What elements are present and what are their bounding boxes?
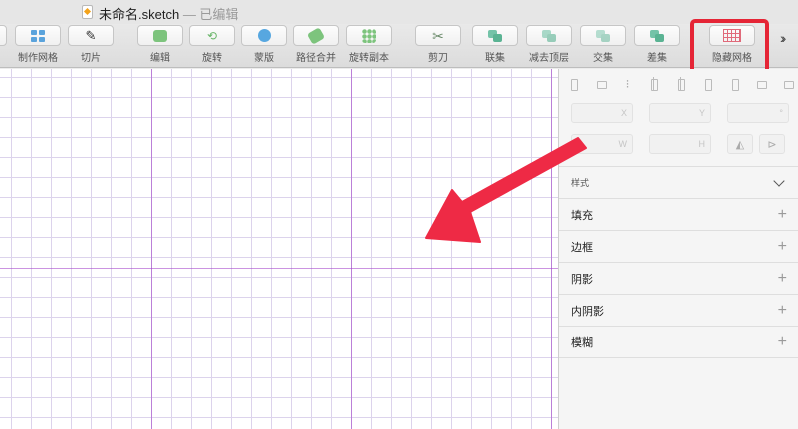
path-combine-tool[interactable]: 路径合并	[286, 25, 346, 64]
rotate-button[interactable]: ⟲	[189, 25, 235, 46]
edit-icon	[153, 29, 167, 42]
edit-button[interactable]	[137, 25, 183, 46]
intersect-button[interactable]	[580, 25, 626, 46]
edit-label: 编辑	[150, 53, 170, 64]
document-name: 未命名.sketch	[99, 7, 180, 22]
mask-button[interactable]	[241, 25, 287, 46]
path-combine-button[interactable]	[293, 25, 339, 46]
align-top-icon[interactable]	[728, 77, 742, 91]
subtract-label: 减去顶层	[529, 53, 569, 64]
style-header-label: 样式	[571, 178, 590, 188]
mask-label: 蒙版	[254, 53, 274, 64]
scissors-label: 剪刀	[428, 53, 448, 64]
more-options-icon[interactable]: ⁝	[621, 77, 635, 91]
slice-tool[interactable]: ✎ 切片	[61, 25, 121, 64]
slice-button[interactable]: ✎	[68, 25, 114, 46]
add-shadow-icon[interactable]: +	[778, 270, 787, 288]
blur-section[interactable]: 模糊 +	[559, 326, 798, 358]
add-blur-icon[interactable]: +	[778, 333, 787, 351]
toolbar: 制作网格 ✎ 切片 编辑 ⟲ 旋转 蒙版 路径合并 旋转副本 ✂ 剪刀 联集 减…	[0, 24, 798, 68]
design-canvas[interactable]	[0, 69, 558, 429]
subtract-icon	[542, 29, 556, 42]
edit-tool[interactable]: 编辑	[130, 25, 190, 64]
add-border-icon[interactable]: +	[778, 238, 787, 256]
add-inner-shadow-icon[interactable]: +	[778, 302, 787, 320]
rotate-copy-button[interactable]	[346, 25, 392, 46]
rotate-label: 旋转	[202, 53, 222, 64]
window-title: 未命名.sketch — 已编辑	[99, 4, 238, 23]
path-combine-label: 路径合并	[296, 53, 336, 64]
union-button[interactable]	[472, 25, 518, 46]
mask-icon	[257, 29, 271, 42]
subtract-tool[interactable]: 减去顶层	[519, 25, 579, 64]
align-center-icon[interactable]	[674, 77, 688, 91]
rotate-copy-icon	[362, 28, 376, 43]
scissors-icon: ✂	[432, 27, 444, 44]
align-middle-icon[interactable]	[754, 77, 768, 91]
toolbar-cut-off-button[interactable]	[0, 25, 7, 46]
distribute-vertical-icon[interactable]	[594, 77, 608, 91]
difference-icon	[650, 29, 664, 42]
intersect-tool[interactable]: 交集	[573, 25, 633, 64]
borders-section[interactable]: 边框 +	[559, 230, 798, 262]
slice-knife-icon: ✎	[85, 28, 97, 43]
union-icon	[488, 29, 502, 42]
slice-label: 切片	[81, 53, 101, 64]
inner-shadows-section[interactable]: 内阴影 +	[559, 294, 798, 326]
rotate-copy-tool[interactable]: 旋转副本	[339, 25, 399, 64]
flip-vertical-button[interactable]: ⊳	[759, 134, 785, 154]
title-bar: 未命名.sketch — 已编辑	[0, 0, 798, 24]
align-toolbar: ⁝	[567, 75, 795, 93]
rotation-field[interactable]: °	[727, 103, 789, 123]
x-field[interactable]: X	[571, 103, 633, 123]
position-fields: X Y °	[571, 103, 789, 123]
make-grid-button[interactable]	[15, 25, 61, 46]
add-fill-icon[interactable]: +	[778, 206, 787, 224]
union-label: 联集	[485, 53, 505, 64]
shadows-section[interactable]: 阴影 +	[559, 262, 798, 294]
size-fields: W H ◭ ⊳	[571, 134, 785, 154]
make-grid-tool[interactable]: 制作网格	[8, 25, 68, 64]
height-field[interactable]: H	[649, 134, 711, 154]
scissors-button[interactable]: ✂	[415, 25, 461, 46]
flip-horizontal-button[interactable]: ◭	[727, 134, 753, 154]
sketch-document-icon	[82, 5, 93, 19]
flip-vertical-icon: ⊳	[767, 138, 777, 151]
difference-button[interactable]	[634, 25, 680, 46]
rotate-tool[interactable]: ⟲ 旋转	[182, 25, 242, 64]
distribute-horizontal-icon[interactable]	[567, 77, 581, 91]
inner-shadows-label: 内阴影	[571, 305, 604, 318]
shadows-label: 阴影	[571, 273, 593, 286]
align-right-icon[interactable]	[701, 77, 715, 91]
difference-label: 差集	[647, 53, 667, 64]
subtract-button[interactable]	[526, 25, 572, 46]
fills-section[interactable]: 填充 +	[559, 198, 798, 230]
inspector-panel: ⁝ X Y ° W H ◭ ⊳ 样式 填充 + 边框 + 阴影 + 内阴影 +	[558, 69, 798, 429]
chevron-down-icon	[773, 174, 785, 187]
path-combine-icon	[306, 26, 326, 45]
align-left-icon[interactable]	[647, 77, 661, 91]
intersect-icon	[596, 29, 610, 42]
blur-label: 模糊	[571, 337, 593, 349]
intersect-label: 交集	[593, 53, 613, 64]
hide-grid-highlight-box	[690, 19, 769, 75]
make-grid-icon	[31, 29, 45, 42]
rotate-copy-label: 旋转副本	[349, 53, 389, 64]
difference-tool[interactable]: 差集	[627, 25, 687, 64]
borders-label: 边框	[571, 241, 593, 254]
fills-label: 填充	[571, 209, 593, 222]
mask-tool[interactable]: 蒙版	[234, 25, 294, 64]
edited-status: — 已编辑	[182, 7, 239, 22]
width-field[interactable]: W	[571, 134, 633, 154]
y-field[interactable]: Y	[649, 103, 711, 123]
align-bottom-icon[interactable]	[781, 77, 795, 91]
toolbar-overflow-icon[interactable]: ››	[780, 30, 787, 46]
union-tool[interactable]: 联集	[465, 25, 525, 64]
rotate-icon: ⟲	[206, 28, 218, 43]
flip-horizontal-icon: ◭	[735, 138, 745, 151]
scissors-tool[interactable]: ✂ 剪刀	[408, 25, 468, 64]
style-section-header[interactable]: 样式	[559, 166, 798, 198]
make-grid-label: 制作网格	[18, 53, 58, 64]
